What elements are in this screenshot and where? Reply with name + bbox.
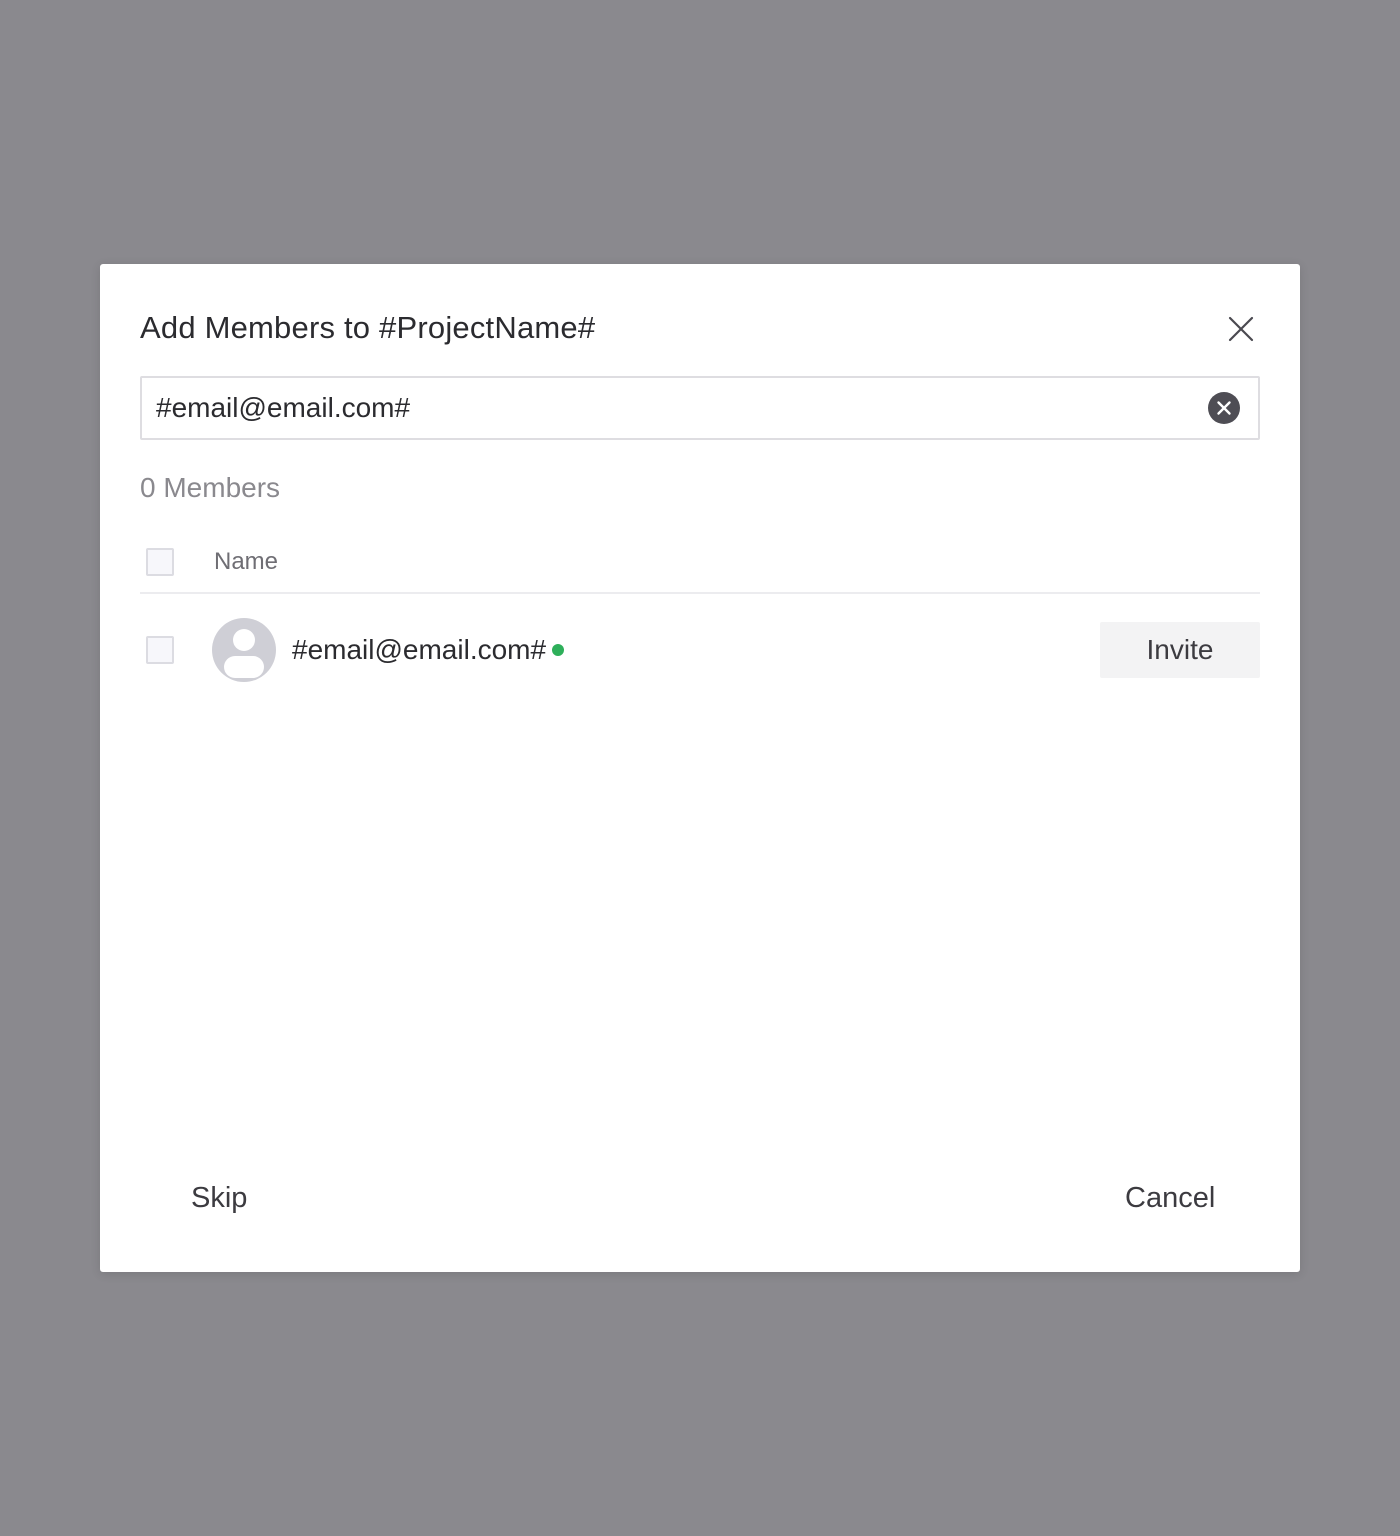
modal-overlay[interactable]: Add Members to #ProjectName# 0 Members N…	[0, 0, 1400, 1536]
member-count: 0 Members	[140, 472, 281, 503]
column-header-name: Name	[214, 548, 279, 575]
dialog-title: Add Members to #ProjectName#	[140, 310, 596, 345]
avatar	[212, 618, 276, 682]
invite-button[interactable]: Invite	[1100, 622, 1260, 678]
user-avatar-icon	[212, 618, 276, 682]
clear-search-button[interactable]	[1208, 392, 1240, 424]
search-input[interactable]	[156, 378, 1186, 438]
row-checkbox[interactable]	[146, 636, 174, 664]
online-status-icon	[552, 643, 565, 656]
clear-icon	[1208, 392, 1240, 424]
member-email-text: #email@email.com#	[292, 634, 547, 665]
member-email: #email@email.com#	[292, 630, 565, 670]
cancel-button[interactable]: Cancel	[1125, 1178, 1215, 1218]
table-header: Name	[140, 536, 1260, 594]
close-button[interactable]	[1222, 310, 1260, 348]
select-all-checkbox[interactable]	[146, 548, 174, 576]
close-icon	[1228, 316, 1254, 342]
skip-button[interactable]: Skip	[191, 1178, 247, 1218]
search-field	[140, 376, 1260, 440]
add-members-dialog: Add Members to #ProjectName# 0 Members N…	[100, 264, 1300, 1272]
table-row: #email@email.com# Invite	[140, 602, 1260, 698]
